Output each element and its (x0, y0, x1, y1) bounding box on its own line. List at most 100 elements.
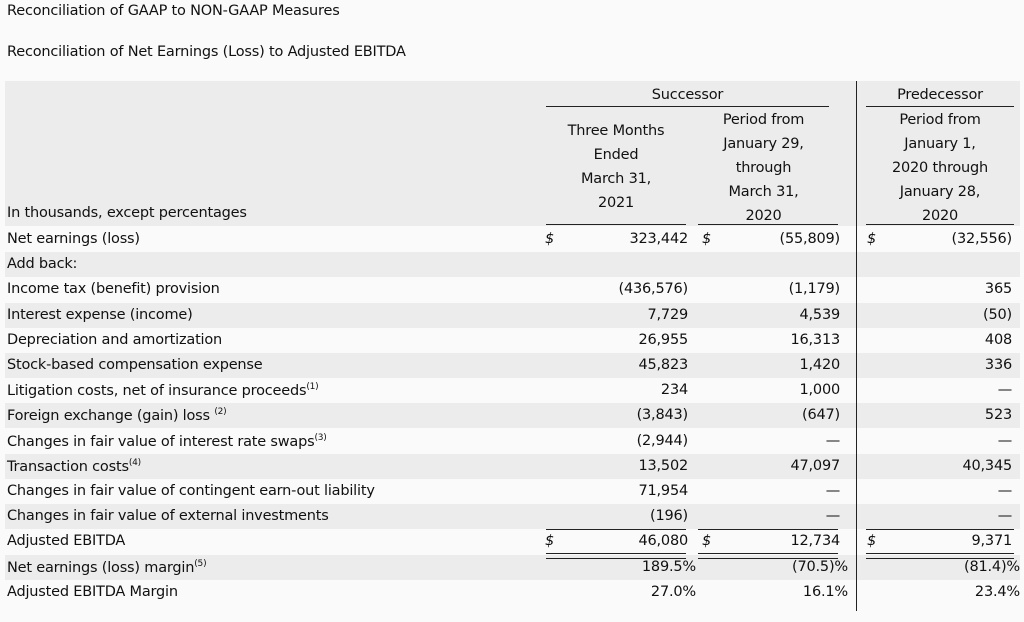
value-cell-3: (32,556) (951, 231, 1013, 247)
table-row: Depreciation and amortization 26,955 16,31… (5, 328, 1020, 353)
col1-header-rule (546, 224, 686, 225)
row-label: Income tax (benefit) provision (7, 281, 220, 298)
row-label: Add back: (7, 256, 78, 273)
value-cell-3: (50) (983, 306, 1012, 323)
value-cell-2: 4,539 (799, 306, 840, 323)
row-label: Adjusted EBITDA Margin (7, 583, 178, 600)
successor-header: Successor (651, 87, 724, 103)
table-row: Interest expense (income) 7,729 4,539 (50) (5, 302, 1020, 328)
row-label: Changes in fair value of external invest… (7, 508, 329, 525)
row-label: Depreciation and amortization (7, 331, 223, 348)
units-label: In thousands, except percentages (7, 205, 247, 221)
value-cell-3: 9,371 (971, 533, 1012, 550)
currency-symbol: $ (545, 231, 555, 247)
col3-header-rule (866, 224, 1014, 225)
footnote-marker: (1) (306, 382, 319, 393)
value-cell-2: (55,809) (779, 231, 841, 247)
currency-symbol: $ (867, 533, 877, 550)
table-row: Transaction costs(4) 13,502 47,097 40,345 (5, 453, 1020, 479)
value-cell-2: — (825, 432, 841, 449)
row-label: Adjusted EBITDA (7, 533, 126, 550)
table-row: Changes in fair value of interest rate s… (5, 429, 1020, 454)
predecessor-header: Predecessor (897, 87, 983, 103)
period-divider (856, 81, 857, 611)
value-cell-2: (1,179) (788, 281, 841, 298)
footnote-marker: (4) (128, 457, 141, 468)
value-cell-1: 234 (660, 382, 688, 399)
value-cell-2: 1,420 (799, 357, 840, 373)
col2-header: Period from January 29, through March 31, 20… (722, 112, 805, 224)
value-cell-1: 26,955 (638, 331, 688, 348)
value-cell-2: 1,000 (799, 382, 840, 399)
value-cell-3: — (997, 432, 1013, 449)
value-cell-1: (3,843) (636, 407, 689, 424)
value-cell-1: 71,954 (638, 483, 688, 499)
footnote-marker: (5) (194, 558, 207, 569)
currency-symbol: $ (702, 533, 712, 550)
col2-header-rule (698, 224, 838, 225)
value-cell-2: (70.5)% (792, 558, 848, 575)
value-cell-2: — (825, 508, 841, 525)
table-row: Adjusted EBITDA 46,080 $12,734 $9,371 $ (5, 529, 1020, 554)
value-cell-3: (81.4)% (964, 558, 1020, 575)
col1-total-rule (546, 529, 686, 530)
col3-header: Period from January 1, 2020 through January… (891, 112, 989, 224)
row-label: Foreign exchange (gain) loss (2) (7, 407, 227, 425)
table-row: Net earnings (loss) 323,442 $ (55,809) $ (32,… (5, 227, 1020, 252)
table-row: Changes in fair value of external invest… (5, 504, 1020, 530)
value-cell-1: 46,080 (638, 533, 688, 550)
value-cell-3: 365 (984, 281, 1012, 298)
row-label: Net earnings (loss) margin(5) (7, 558, 207, 576)
value-cell-3: — (997, 382, 1013, 399)
currency-symbol: $ (702, 231, 712, 247)
table-row: Income tax (benefit) provision (436,576) (… (5, 277, 1020, 302)
col1-header: Three Months Ended March 31, 2021 (567, 123, 665, 211)
table-row: Stock-based compensation expense 45,823 1,… (5, 353, 1020, 378)
col1-double-rule (546, 553, 686, 559)
footnote-marker: (2) (214, 407, 227, 418)
row-label: Changes in fair value of contingent earn… (7, 483, 375, 499)
table-row: Add back: (5, 252, 1020, 278)
footnote-marker: (3) (314, 432, 327, 443)
value-cell-1: 13,502 (638, 457, 688, 474)
value-cell-3: — (997, 508, 1013, 525)
value-cell-2: — (825, 483, 841, 499)
row-label: Net earnings (loss) (7, 231, 140, 247)
col2-double-rule (698, 553, 838, 559)
row-label: Transaction costs(4) (7, 457, 141, 475)
reconciliation-table: Successor Predecessor Three Months Ended M… (5, 81, 1020, 611)
table-row: Litigation costs, net of insurance proce… (5, 378, 1020, 403)
col3-total-rule (866, 529, 1014, 530)
currency-symbol: $ (545, 533, 555, 550)
value-cell-2: (647) (802, 407, 840, 424)
currency-symbol: $ (867, 231, 877, 247)
value-cell-1: 323,442 (629, 231, 688, 247)
value-cell-2: 16,313 (790, 331, 840, 348)
value-cell-1: (436,576) (618, 281, 689, 298)
row-label: Changes in fair value of interest rate s… (7, 432, 327, 450)
value-cell-1: 189.5% (641, 558, 696, 575)
value-cell-1: (196) (650, 508, 688, 525)
value-cell-1: 7,729 (647, 306, 688, 323)
col2-total-rule (698, 529, 838, 530)
col3-double-rule (866, 553, 1014, 559)
section-title: Reconciliation of Net Earnings (Loss) to… (7, 44, 406, 60)
table-row: Changes in fair value of contingent earn… (5, 479, 1020, 504)
value-cell-3: 23.4% (974, 583, 1020, 600)
value-cell-1: (2,944) (636, 432, 689, 449)
table-row: Adjusted EBITDA Margin 27.0% 16.1% 23.4% (5, 580, 1020, 605)
value-cell-2: 12,734 (790, 533, 840, 550)
predecessor-rule (866, 106, 1014, 107)
row-label: Litigation costs, net of insurance proce… (7, 382, 319, 400)
value-cell-1: 45,823 (638, 357, 688, 373)
value-cell-3: 336 (984, 357, 1012, 373)
value-cell-3: 408 (984, 331, 1012, 348)
value-cell-3: 40,345 (962, 457, 1012, 474)
row-label: Interest expense (income) (7, 306, 193, 323)
page-title: Reconciliation of GAAP to NON-GAAP Measu… (7, 3, 340, 19)
successor-rule (546, 106, 829, 107)
value-cell-1: 27.0% (650, 583, 696, 600)
value-cell-2: 47,097 (790, 457, 840, 474)
value-cell-2: 16.1% (802, 583, 848, 600)
value-cell-3: 523 (984, 407, 1012, 424)
